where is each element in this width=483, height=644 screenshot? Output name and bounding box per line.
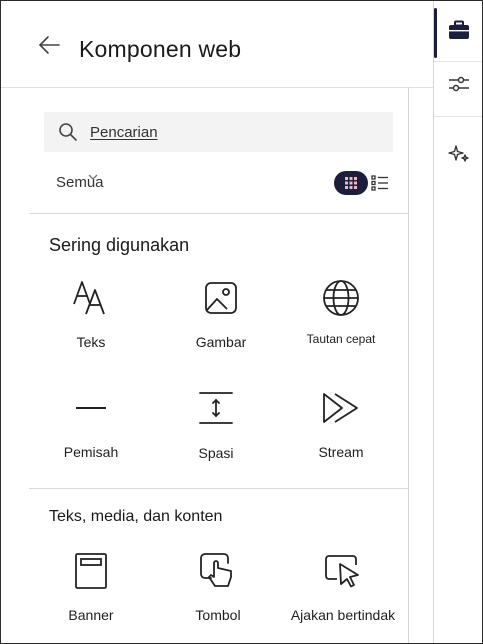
sparkle-icon <box>448 145 469 162</box>
rail-separator <box>434 61 482 62</box>
web-part-pane: Komponen web Semua <box>0 0 483 644</box>
web-part-tombol[interactable]: Tombol <box>163 551 273 643</box>
web-part-ajakan-bertindak[interactable]: Ajakan bertindak <box>288 551 398 643</box>
panel-header: Komponen web <box>1 1 433 88</box>
search-box[interactable] <box>44 112 393 152</box>
section-title-text-media: Teks, media, dan konten <box>49 508 223 525</box>
section-title-frequent: Sering digunakan <box>49 235 190 255</box>
web-part-pemisah[interactable]: Pemisah <box>36 388 146 488</box>
web-part-tautan-cepat[interactable]: Tautan cepat <box>286 278 396 378</box>
search-input[interactable] <box>90 112 380 152</box>
section-divider <box>29 488 408 489</box>
sliders-icon <box>449 76 469 92</box>
web-part-banner[interactable]: Banner <box>36 551 146 643</box>
page-title: Komponen web <box>79 36 242 62</box>
tile-label: Stream <box>318 444 364 460</box>
rail-active-indicator <box>434 8 437 58</box>
search-icon <box>59 123 77 141</box>
properties-button[interactable] <box>446 71 472 97</box>
web-part-spasi[interactable]: Spasi <box>161 388 271 488</box>
divider-line-icon <box>71 388 111 428</box>
rail-separator <box>434 116 482 117</box>
section-divider <box>29 213 408 214</box>
back-button[interactable] <box>33 29 65 61</box>
web-part-teks[interactable]: Teks <box>36 278 146 378</box>
back-arrow-icon <box>39 36 60 54</box>
globe-icon <box>321 278 361 318</box>
call-to-action-icon <box>323 551 363 591</box>
grid-icon <box>345 177 357 189</box>
web-parts-panel: Komponen web Semua <box>1 1 434 643</box>
tile-label: Pemisah <box>63 444 119 460</box>
button-tap-icon <box>198 551 238 591</box>
design-ideas-button[interactable] <box>446 141 472 167</box>
view-toggle <box>334 171 394 195</box>
chevron-down-icon <box>88 174 98 180</box>
web-part-stream[interactable]: Stream <box>286 388 396 488</box>
stream-play-icon <box>321 388 361 428</box>
right-rail <box>434 1 482 643</box>
list-view-icon[interactable] <box>371 175 389 191</box>
tile-label: Teks <box>76 334 106 350</box>
web-part-gambar[interactable]: Gambar <box>166 278 276 378</box>
image-icon <box>201 278 241 318</box>
toolbox-icon <box>449 20 469 39</box>
text-icon <box>71 278 111 318</box>
toolbox-button[interactable] <box>446 17 472 43</box>
tile-label: Ajakan bertindak <box>290 607 396 623</box>
tile-label: Spasi <box>198 445 234 461</box>
panel-scroll-edge <box>408 87 409 643</box>
banner-icon <box>71 551 111 591</box>
tile-label: Tombol <box>195 607 241 623</box>
spacer-icon <box>196 388 236 428</box>
tile-label: Banner <box>68 607 114 623</box>
tile-label: Tautan cepat <box>306 332 376 346</box>
tile-label: Gambar <box>195 334 247 350</box>
grid-view-button[interactable] <box>334 171 368 195</box>
